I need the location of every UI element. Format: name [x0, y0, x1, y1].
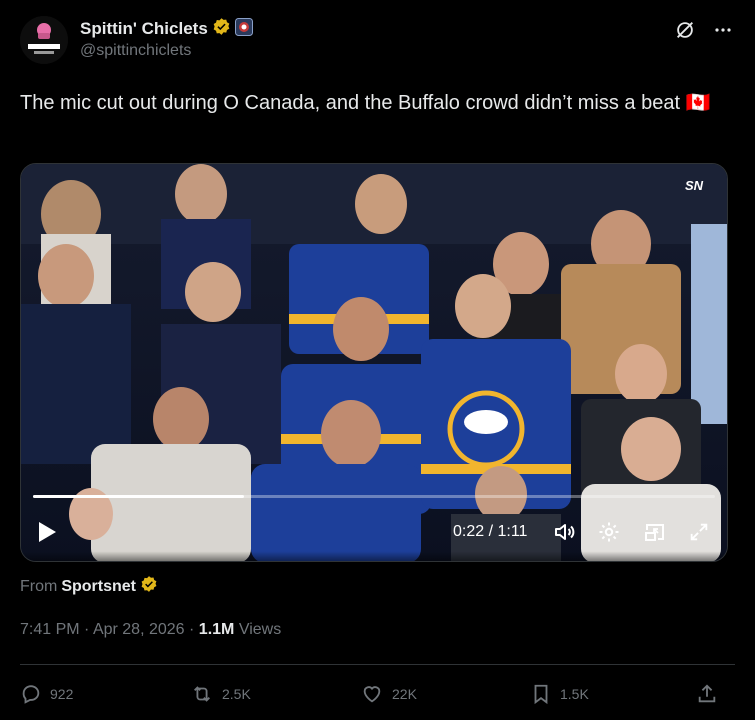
- meta-separator: ·: [84, 621, 90, 638]
- views-count: 1.1M: [198, 621, 235, 638]
- repost-button[interactable]: 2.5K: [190, 680, 251, 708]
- bookmark-button[interactable]: 1.5K: [530, 680, 589, 708]
- post-time[interactable]: 7:41 PM: [20, 621, 80, 638]
- picture-in-picture-icon[interactable]: [643, 520, 667, 544]
- affiliate-badge-icon[interactable]: [234, 17, 253, 41]
- action-bar: 922 2.5K 22K 1.5K: [20, 680, 735, 710]
- video-controls: 0:22 / 1:11: [21, 503, 727, 561]
- network-logo: SN: [684, 178, 703, 193]
- volume-icon[interactable]: [553, 520, 577, 544]
- like-button[interactable]: 22K: [360, 680, 417, 708]
- bookmark-icon: [530, 683, 552, 705]
- more-options-icon[interactable]: [711, 18, 735, 42]
- tweet-header: Spittin' Chiclets @spittinchiclets: [20, 14, 735, 70]
- share-icon: [696, 683, 718, 705]
- repost-count: 2.5K: [222, 686, 251, 702]
- meta-separator: ·: [189, 621, 195, 638]
- heart-icon: [360, 683, 384, 705]
- tweet-metadata: 7:41 PM · Apr 28, 2026 · 1.1M Views: [20, 621, 281, 639]
- display-name[interactable]: Spittin' Chiclets: [80, 19, 208, 39]
- reply-count: 922: [50, 686, 74, 702]
- bookmark-count: 1.5K: [560, 686, 589, 702]
- source-prefix: From: [20, 577, 58, 595]
- grok-icon[interactable]: [673, 18, 697, 42]
- author-info: Spittin' Chiclets @spittinchiclets: [80, 17, 253, 60]
- post-date[interactable]: Apr 28, 2026: [93, 621, 185, 638]
- video-source: From Sportsnet: [20, 575, 158, 598]
- handle[interactable]: @spittinchiclets: [80, 42, 253, 60]
- video-time: 0:22 / 1:11: [453, 523, 528, 540]
- video-progress-fill: [33, 495, 245, 498]
- settings-gear-icon[interactable]: [597, 520, 621, 544]
- video-player[interactable]: SN 0:22 / 1:11: [20, 163, 728, 562]
- fullscreen-icon[interactable]: [687, 520, 711, 544]
- play-icon[interactable]: [37, 521, 57, 548]
- views-label: Views: [238, 621, 282, 638]
- reply-button[interactable]: 922: [20, 680, 73, 708]
- tweet-text: The mic cut out during O Canada, and the…: [20, 92, 711, 114]
- share-button[interactable]: [696, 680, 718, 708]
- repost-icon: [190, 683, 214, 705]
- video-progress-bar[interactable]: [33, 495, 715, 498]
- reply-icon: [20, 683, 42, 705]
- verified-badge-icon: [212, 17, 231, 41]
- divider: [20, 664, 735, 665]
- source-verified-badge-icon: [140, 575, 158, 598]
- like-count: 22K: [392, 686, 417, 702]
- source-name[interactable]: Sportsnet: [61, 578, 136, 596]
- avatar[interactable]: [20, 16, 68, 64]
